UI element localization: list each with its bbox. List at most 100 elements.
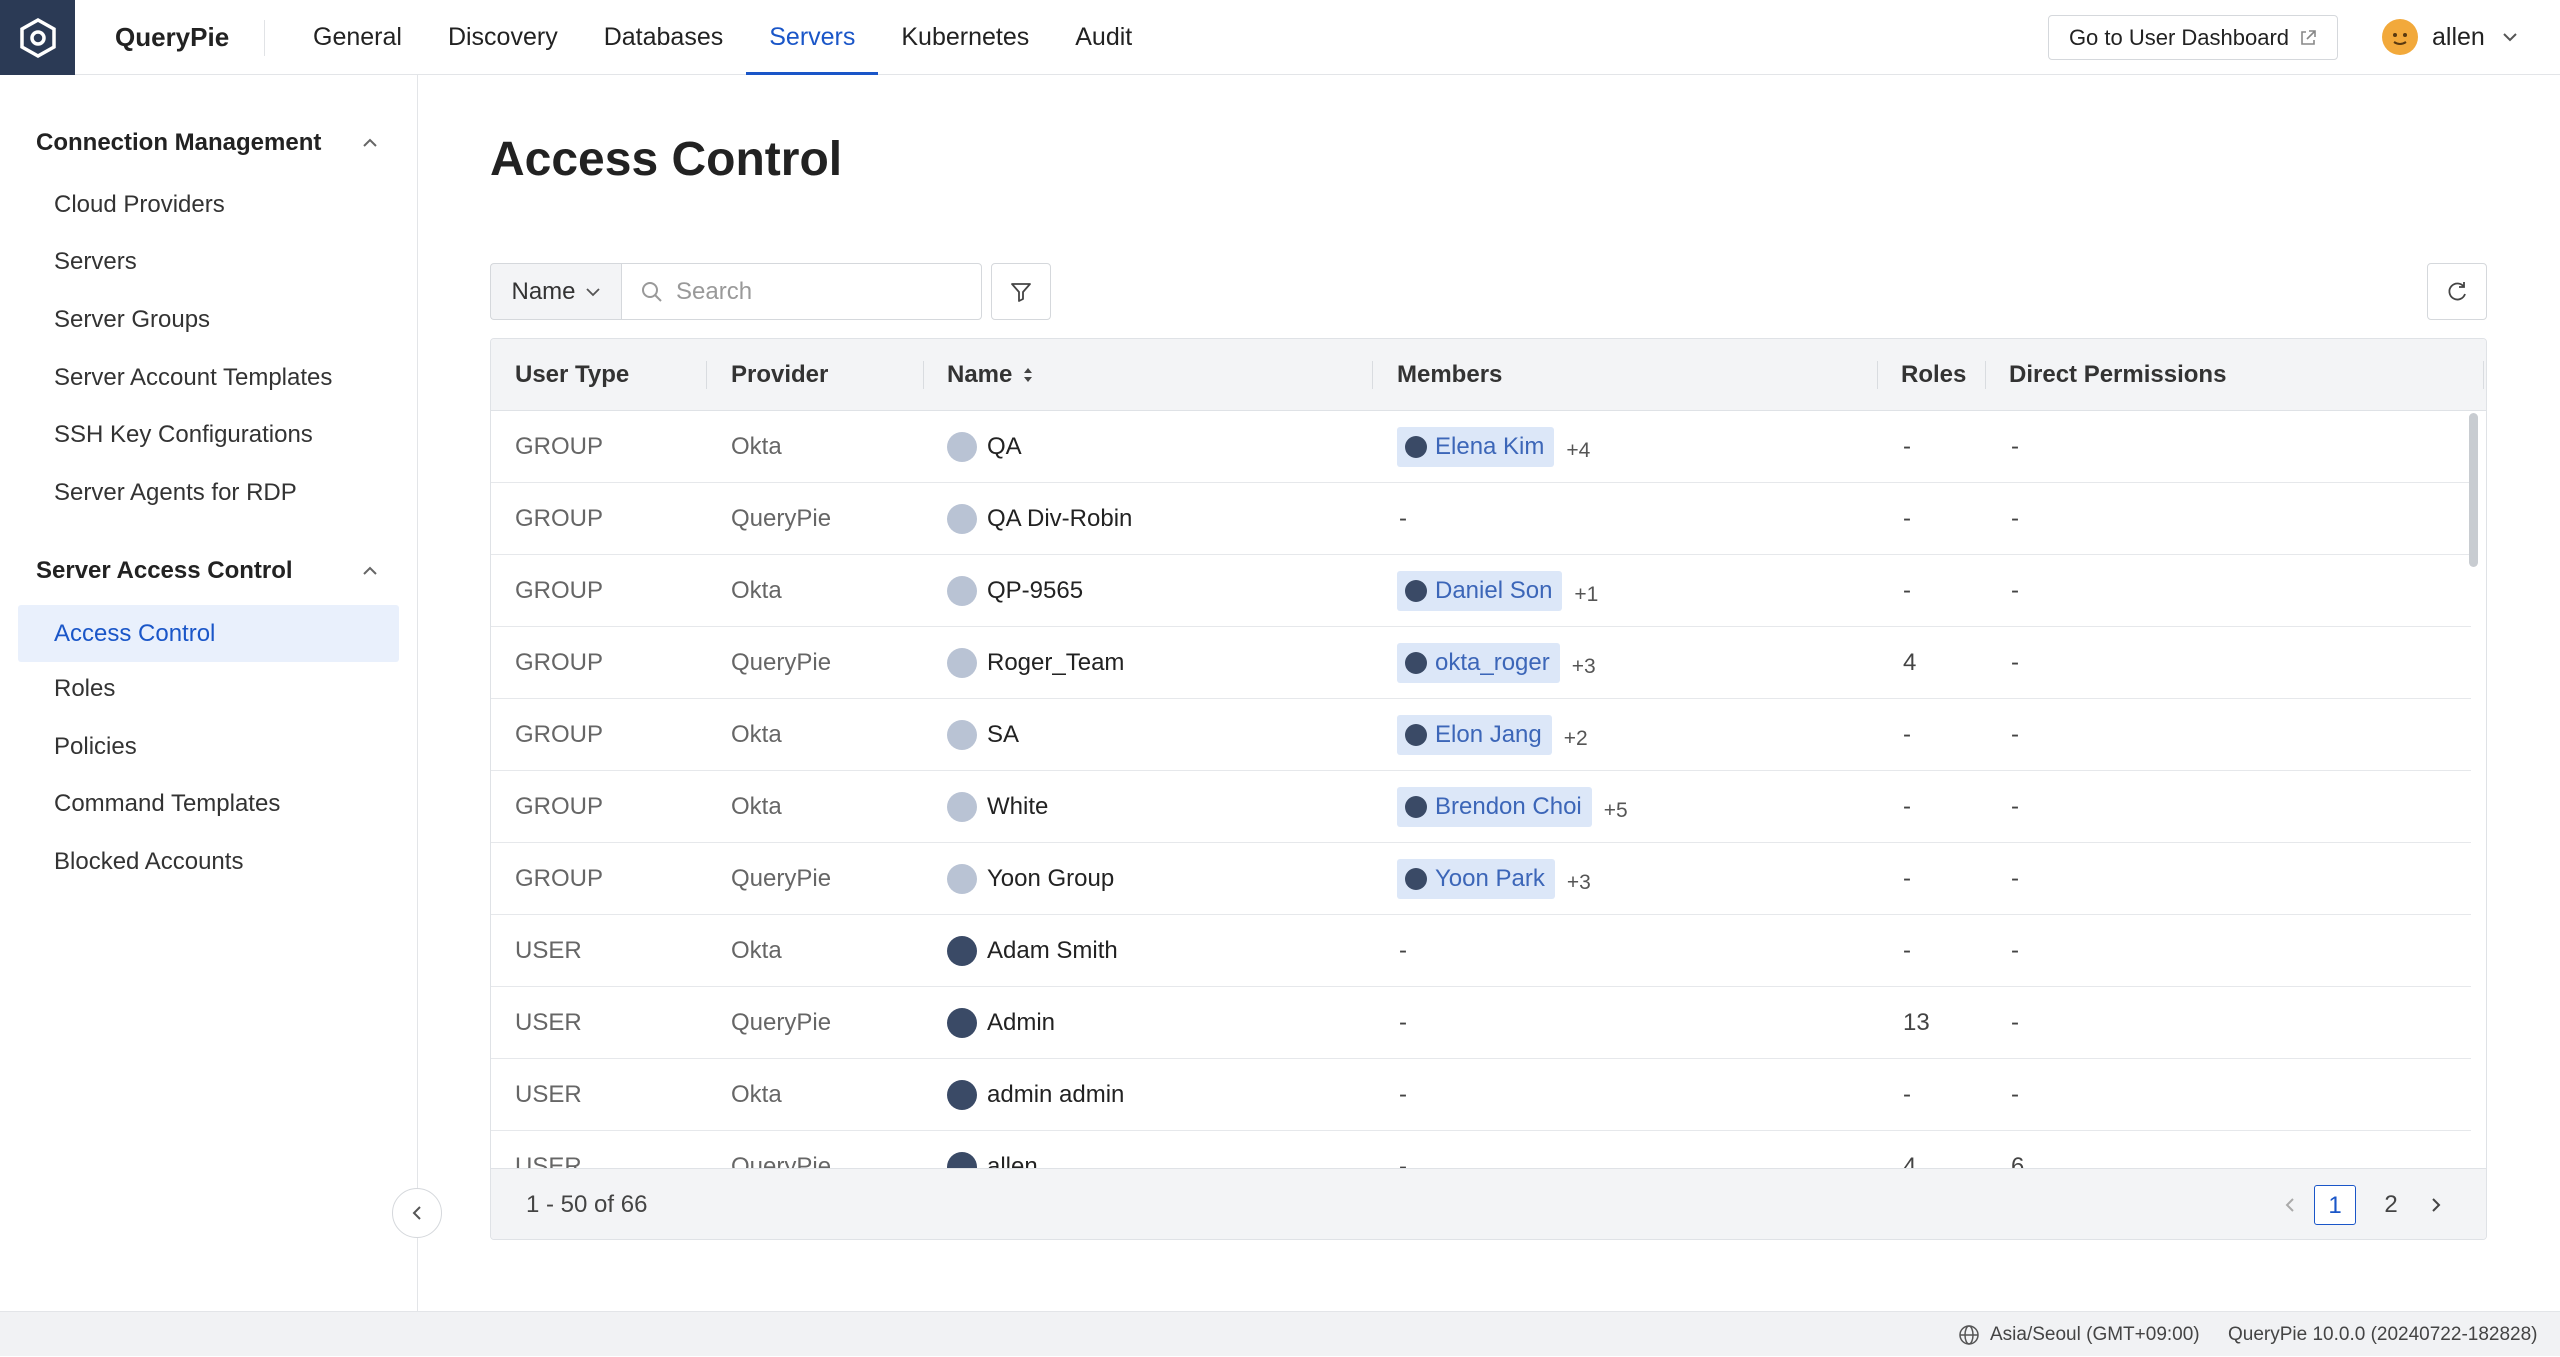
sidebar-item-servers[interactable]: Servers: [54, 248, 137, 276]
logo-icon: [19, 17, 56, 58]
table-row[interactable]: USER QueryPie allen - 4 6: [491, 1131, 2471, 1168]
top-bar: QueryPie General Discovery Databases Ser…: [0, 0, 2560, 75]
column-header-user-type[interactable]: User Type: [515, 339, 629, 411]
cell-user-type: USER: [515, 1153, 582, 1168]
table-footer: 1 - 50 of 66 1 2: [491, 1168, 2486, 1239]
cell-name[interactable]: Adam Smith: [947, 915, 1118, 987]
table-row[interactable]: GROUP QueryPie QA Div-Robin - - -: [491, 483, 2471, 555]
sidebar-item-roles[interactable]: Roles: [54, 675, 115, 703]
nav-audit[interactable]: Audit: [1052, 0, 1155, 75]
sidebar-item-policies[interactable]: Policies: [54, 733, 137, 761]
user-dashboard-button[interactable]: Go to User Dashboard: [2048, 15, 2338, 60]
next-page-icon[interactable]: [2426, 1195, 2446, 1215]
cell-provider: Okta: [731, 577, 782, 604]
page-button-2[interactable]: 2: [2370, 1185, 2412, 1225]
filter-button[interactable]: [991, 263, 1051, 320]
more-members-count[interactable]: +3: [1572, 631, 1596, 703]
more-members-count[interactable]: +5: [1604, 775, 1628, 847]
sidebar-section-connection-management[interactable]: Connection Management: [36, 129, 380, 157]
table-row[interactable]: USER Okta Adam Smith - - -: [491, 915, 2471, 987]
search-input[interactable]: [674, 276, 958, 307]
querypie-logo[interactable]: [0, 0, 75, 75]
column-divider[interactable]: [706, 361, 707, 389]
sidebar-item-server-agents-rdp[interactable]: Server Agents for RDP: [54, 479, 297, 507]
sort-icon[interactable]: [1022, 365, 1034, 385]
table-row[interactable]: GROUP Okta QP-9565 Daniel Son +1 - -: [491, 555, 2471, 627]
cell-name-label: Yoon Group: [987, 865, 1115, 892]
table-row[interactable]: GROUP QueryPie Roger_Team okta_roger +3 4…: [491, 627, 2471, 699]
member-chip[interactable]: Yoon Park: [1397, 859, 1555, 899]
more-members-count[interactable]: +2: [1564, 703, 1588, 775]
cell-name[interactable]: allen: [947, 1131, 1038, 1168]
prev-page-icon[interactable]: [2280, 1195, 2300, 1215]
cell-name[interactable]: QA: [947, 411, 1022, 483]
search-field-select[interactable]: Name: [490, 263, 622, 320]
sidebar-item-access-control[interactable]: Access Control: [18, 605, 399, 662]
smiley-icon: [2393, 33, 2407, 45]
column-divider[interactable]: [1985, 361, 1986, 389]
cell-user-type: GROUP: [515, 865, 604, 892]
column-divider[interactable]: [1877, 361, 1878, 389]
more-members-count[interactable]: +4: [1566, 415, 1590, 487]
cell-name[interactable]: Yoon Group: [947, 843, 1114, 915]
table-scrollbar[interactable]: [2469, 413, 2478, 567]
nav-databases[interactable]: Databases: [581, 0, 747, 75]
main-nav: General Discovery Databases Servers Kube…: [290, 0, 1155, 75]
cell-name-label: admin admin: [987, 1081, 1125, 1108]
more-members-count[interactable]: +3: [1567, 847, 1591, 919]
nav-discovery[interactable]: Discovery: [425, 0, 581, 75]
cell-name[interactable]: SA: [947, 699, 1019, 771]
member-chip[interactable]: okta_roger: [1397, 643, 1560, 683]
refresh-button[interactable]: [2427, 263, 2487, 320]
table-row[interactable]: GROUP Okta QA Elena Kim +4 - -: [491, 411, 2471, 483]
timezone-indicator[interactable]: Asia/Seoul (GMT+09:00): [1958, 1312, 2200, 1357]
sidebar-item-ssh-key-configurations[interactable]: SSH Key Configurations: [54, 421, 313, 449]
column-header-provider[interactable]: Provider: [731, 339, 828, 411]
sidebar-collapse-button[interactable]: [392, 1188, 442, 1238]
table-row[interactable]: GROUP Okta SA Elon Jang +2 - -: [491, 699, 2471, 771]
sidebar-item-blocked-accounts[interactable]: Blocked Accounts: [54, 848, 243, 876]
member-chip-label: Daniel Son: [1435, 577, 1553, 604]
group-avatar-icon: [947, 432, 977, 462]
cell-name[interactable]: White: [947, 771, 1048, 843]
table-row[interactable]: GROUP QueryPie Yoon Group Yoon Park +3 - -: [491, 843, 2471, 915]
column-header-members[interactable]: Members: [1397, 339, 1502, 411]
cell-name[interactable]: QP-9565: [947, 555, 1083, 627]
sidebar-section-server-access-control[interactable]: Server Access Control: [36, 557, 380, 585]
user-avatar-icon: [947, 1080, 977, 1110]
user-name: allen: [2432, 22, 2485, 51]
cell-name[interactable]: admin admin: [947, 1059, 1124, 1131]
refresh-icon: [2448, 281, 2466, 300]
column-header-name[interactable]: Name: [947, 339, 1034, 411]
cell-direct-permissions: -: [2011, 1009, 2019, 1036]
member-chip[interactable]: Elena Kim: [1397, 427, 1555, 467]
table-row[interactable]: GROUP Okta White Brendon Choi +5 - -: [491, 771, 2471, 843]
member-chip[interactable]: Daniel Son: [1397, 571, 1563, 611]
column-divider[interactable]: [923, 361, 924, 389]
column-header-roles[interactable]: Roles: [1901, 339, 1966, 411]
more-members-count[interactable]: +1: [1574, 559, 1598, 631]
nav-servers[interactable]: Servers: [746, 0, 879, 75]
user-menu[interactable]: allen: [2382, 17, 2521, 57]
app-brand: QueryPie: [115, 22, 230, 52]
page-button-1[interactable]: 1: [2314, 1185, 2356, 1225]
column-divider[interactable]: [1372, 361, 1373, 389]
sidebar-item-server-groups[interactable]: Server Groups: [54, 306, 210, 334]
column-divider[interactable]: [2483, 361, 2484, 389]
chevron-up-icon: [363, 566, 377, 575]
cell-name[interactable]: Roger_Team: [947, 627, 1124, 699]
column-header-direct-permissions[interactable]: Direct Permissions: [2009, 339, 2226, 411]
table-row[interactable]: USER QueryPie Admin - 13 -: [491, 987, 2471, 1059]
sidebar-item-server-account-templates[interactable]: Server Account Templates: [54, 364, 332, 392]
sidebar-item-command-templates[interactable]: Command Templates: [54, 790, 280, 818]
nav-general[interactable]: General: [290, 0, 425, 75]
member-chip[interactable]: Brendon Choi: [1397, 787, 1592, 827]
member-chip[interactable]: Elon Jang: [1397, 715, 1552, 755]
nav-kubernetes[interactable]: Kubernetes: [878, 0, 1052, 75]
cell-name[interactable]: Admin: [947, 987, 1055, 1059]
member-chip-label: Elon Jang: [1435, 721, 1542, 748]
cell-name[interactable]: QA Div-Robin: [947, 483, 1132, 555]
table-row[interactable]: USER Okta admin admin - - -: [491, 1059, 2471, 1131]
sidebar-item-cloud-providers[interactable]: Cloud Providers: [54, 191, 225, 219]
cell-direct-permissions: -: [2011, 1081, 2019, 1108]
